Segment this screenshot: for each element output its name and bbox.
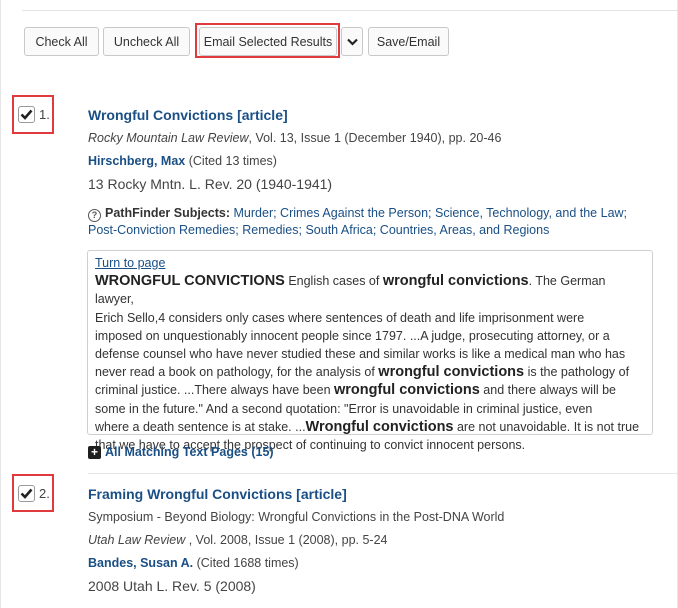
uncheck-all-button[interactable]: Uncheck All — [103, 27, 190, 56]
all-matching-text-pages-link[interactable]: + All Matching Text Pages (15) — [88, 445, 274, 459]
citation: 2008 Utah L. Rev. 5 (2008) — [88, 578, 256, 594]
result-title[interactable]: Wrongful Convictions [article] — [88, 107, 288, 123]
snippet-text: where a death sentence is at stake. ... — [95, 419, 306, 434]
snippet-text: imposed on unquestionably innocent peopl… — [95, 328, 610, 343]
text-snippet: Turn to page WRONGFUL CONVICTIONS Englis… — [87, 250, 653, 452]
snippet-highlight: wrongful convictions — [378, 364, 525, 381]
author-link[interactable]: Bandes, Susan A. — [88, 556, 193, 570]
journal-info: Utah Law Review , Vol. 2008, Issue 1 (20… — [88, 533, 387, 547]
snippet-text: criminal justice. ...There always have b… — [95, 383, 334, 398]
journal-name: Utah Law Review — [88, 533, 186, 547]
plus-icon: + — [88, 445, 101, 459]
snippet-highlight: wrongful convictions — [382, 273, 529, 290]
checkmark-icon — [20, 109, 33, 120]
result-checkbox[interactable] — [18, 106, 35, 123]
snippet-text: Erich Sello,4 considers only cases where… — [95, 310, 585, 325]
journal-details: , Vol. 13, Issue 1 (December 1940), pp. … — [248, 131, 502, 145]
subjects-links[interactable]: Murder; Crimes Against the Person; Scien… — [234, 206, 628, 220]
snippet-text: are not unavoidable. It is not true — [453, 419, 640, 434]
journal-details: , Vol. 2008, Issue 1 (2008), pp. 5-24 — [185, 533, 388, 547]
citation: 13 Rocky Mntn. L. Rev. 20 (1940-1941) — [88, 176, 333, 192]
snippet-text: some in the future." And a second quotat… — [95, 401, 593, 416]
snippet-text: defense counsel who have never studied t… — [95, 347, 626, 362]
result-number: 2. — [39, 486, 50, 501]
cited-count: (Cited 1688 times) — [193, 556, 299, 570]
author-line: Hirschberg, Max (Cited 13 times) — [88, 154, 277, 168]
email-selected-results-button[interactable]: Email Selected Results — [199, 27, 337, 56]
journal-info: Rocky Mountain Law Review, Vol. 13, Issu… — [88, 131, 501, 145]
check-all-button[interactable]: Check All — [24, 27, 99, 56]
snippet-highlight: Wrongful convictions — [305, 418, 454, 435]
author-line: Bandes, Susan A. (Cited 1688 times) — [88, 556, 299, 570]
snippet-highlight: WRONGFUL CONVICTIONS — [95, 273, 285, 290]
chevron-down-icon — [346, 38, 358, 46]
result-divider — [88, 473, 678, 474]
pathfinder-subjects: ? PathFinder Subjects: Murder; Crimes Aga… — [88, 205, 654, 239]
result-number: 1. — [39, 107, 50, 122]
snippet-text: is the pathology of — [524, 365, 630, 380]
email-options-dropdown[interactable] — [341, 27, 363, 56]
checkmark-icon — [20, 488, 33, 499]
symposium-info: Symposium - Beyond Biology: Wrongful Con… — [88, 510, 505, 524]
save-email-button[interactable]: Save/Email — [368, 27, 449, 56]
result-title[interactable]: Framing Wrongful Convictions [article] — [88, 486, 347, 502]
subjects-links[interactable]: Post-Conviction Remedies; Remedies; Sout… — [88, 223, 549, 237]
snippet-text: English cases of — [284, 274, 383, 289]
snippet-highlight: wrongful convictions — [334, 382, 480, 399]
turn-to-page-link[interactable]: Turn to page — [95, 256, 165, 270]
snippet-text: and there always will be — [479, 383, 616, 398]
divider — [22, 10, 678, 11]
snippet-text: never read a book on pathology, for the … — [95, 365, 379, 380]
help-icon[interactable]: ? — [88, 209, 101, 222]
journal-name: Rocky Mountain Law Review — [88, 131, 249, 145]
result-checkbox[interactable] — [18, 485, 35, 502]
author-link[interactable]: Hirschberg, Max — [88, 154, 185, 168]
cited-count: (Cited 13 times) — [185, 154, 277, 168]
subjects-label: PathFinder Subjects: — [105, 206, 231, 220]
all-matching-label: All Matching Text Pages (15) — [105, 445, 274, 459]
